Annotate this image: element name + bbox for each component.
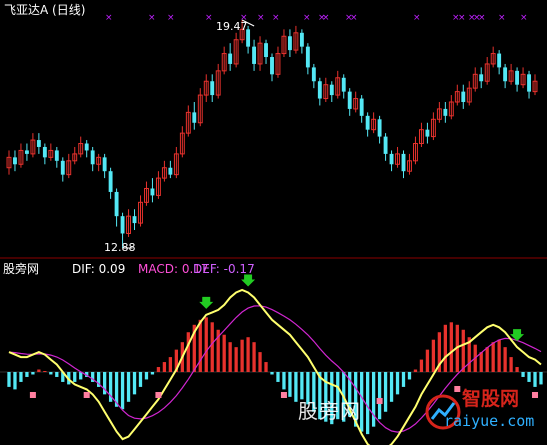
candle-body (527, 74, 531, 92)
watermark-brand: 智股网 (462, 388, 520, 410)
kline-macd-chart[interactable]: × × × × × × × × ×× ×× × ×× ××× × × (0, 0, 547, 445)
candle-body (150, 188, 155, 196)
indicator-source: 股旁网 (3, 262, 40, 276)
signal-marker: × (322, 13, 330, 23)
candle-body (36, 140, 41, 147)
signal-marker: × (350, 13, 358, 23)
macd-marker (532, 392, 539, 398)
signal-marker: × (458, 13, 466, 23)
candle-body (503, 67, 508, 82)
signal-marker: × (478, 13, 486, 23)
candle-body (479, 74, 484, 82)
candle-body (102, 157, 107, 172)
candle-body (443, 108, 448, 116)
macd-marker (83, 392, 90, 398)
low-price-label: 12.88 (104, 241, 136, 254)
candle-body (341, 77, 346, 92)
candle-body (24, 150, 29, 154)
candle-body (311, 67, 316, 82)
candle-body (270, 57, 274, 75)
watermark-text: 股旁网 (298, 399, 361, 423)
macd-marker (280, 392, 287, 398)
signal-marker: × (303, 13, 311, 23)
signal-marker: × (205, 13, 213, 23)
candle-body (425, 129, 430, 137)
candle-body (210, 81, 215, 96)
candle-body (264, 43, 268, 58)
stock-title: 飞亚达A (日线) (4, 3, 86, 17)
signal-marker: × (167, 13, 175, 23)
buy-arrow-icon (241, 274, 256, 287)
dif-value: DIF: 0.09 (72, 262, 126, 276)
candle-body (497, 53, 502, 68)
candle-body (42, 146, 47, 158)
candle-body (359, 98, 364, 116)
candle-body (132, 216, 137, 224)
macd-marker (155, 392, 162, 398)
candle-body (329, 84, 334, 96)
candle-body (90, 150, 95, 165)
candle-body (389, 153, 394, 165)
candle-body (168, 167, 173, 175)
chart-window: × × × × × × × × × × × × × × × × × × × × 飞亚达A (日线) 19.47 12.… (0, 0, 547, 445)
candle-body (347, 91, 352, 109)
candle-body (192, 112, 197, 123)
candle-body (305, 46, 310, 68)
candle-body (383, 136, 388, 154)
candle-body (114, 191, 119, 217)
candle-body (252, 46, 257, 64)
candle-body (377, 119, 382, 137)
candle-body (299, 32, 304, 47)
candle-body (84, 143, 89, 151)
signal-marker: × (498, 13, 506, 23)
candle-body (108, 171, 113, 192)
signal-marker: × (148, 13, 156, 23)
candle-body (228, 53, 233, 64)
candle-body (461, 91, 466, 102)
candle-body (365, 115, 370, 130)
signal-marker: × (413, 13, 421, 23)
signal-marker: × (257, 13, 265, 23)
signal-marker: × (272, 13, 280, 23)
macd-marker (376, 398, 383, 404)
signal-marker: × (520, 13, 528, 23)
candle-body (60, 160, 65, 175)
candle-body (54, 150, 59, 161)
watermark-site: raiyue.com (444, 412, 535, 430)
candle-body (317, 81, 322, 99)
candle-body (401, 153, 406, 172)
buy-arrow-icon (199, 296, 214, 309)
candle-body (13, 157, 17, 165)
candle-body (515, 70, 520, 85)
signal-marker: × (105, 13, 113, 23)
macd-marker (454, 386, 461, 392)
macd-marker (29, 392, 36, 398)
candle-body (287, 36, 292, 51)
candle-body (120, 216, 125, 234)
def-value: DEF: -0.17 (193, 262, 255, 276)
high-price-label: 19.47 (216, 20, 248, 33)
